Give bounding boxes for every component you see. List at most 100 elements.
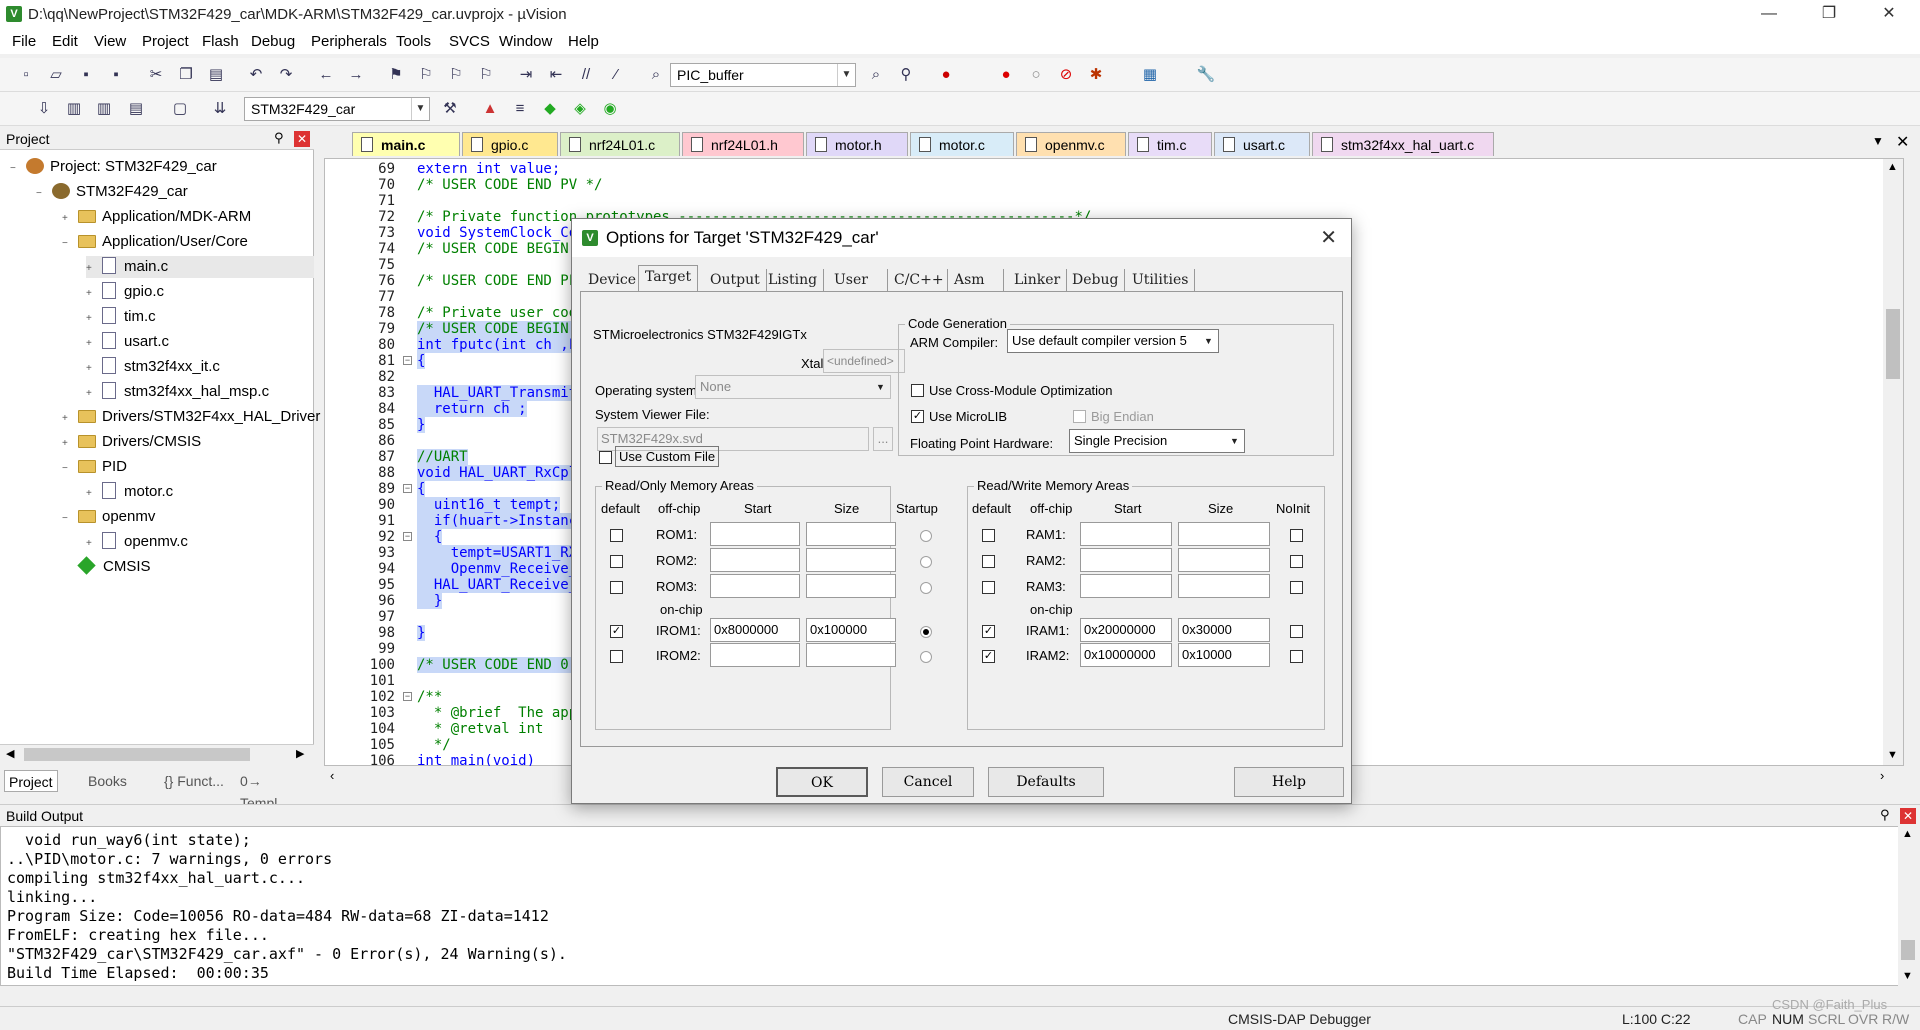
- editor-vertical-scrollbar[interactable]: ▲ ▼: [1883, 159, 1903, 765]
- configure-icon[interactable]: 🔧: [1196, 65, 1216, 85]
- memory-startup-radio[interactable]: [920, 626, 932, 638]
- cross-module-opt-checkbox[interactable]: [911, 384, 924, 397]
- tree-item-target[interactable]: − STM32F429_car: [36, 181, 188, 203]
- memory-startup-radio[interactable]: [920, 651, 932, 663]
- tab-debug[interactable]: Debug: [1066, 269, 1126, 291]
- memory-noinit-checkbox[interactable]: [1290, 650, 1303, 663]
- expand-icon[interactable]: +: [86, 308, 96, 330]
- menu-svcs[interactable]: SVCS: [449, 33, 490, 50]
- menu-help[interactable]: Help: [568, 33, 599, 50]
- tab-device[interactable]: Device: [582, 269, 644, 291]
- menu-project[interactable]: Project: [142, 33, 189, 50]
- expand-icon[interactable]: +: [86, 383, 96, 405]
- defaults-button[interactable]: Defaults: [988, 767, 1104, 797]
- tree-item-file[interactable]: + gpio.c: [86, 281, 164, 303]
- batch-build-icon[interactable]: ▤: [126, 99, 146, 119]
- clear-bookmarks-icon[interactable]: ⚐: [476, 65, 496, 85]
- arm-compiler-select[interactable]: Use default compiler version 5 ▼: [1007, 329, 1219, 353]
- tab-list-icon[interactable]: ▼: [1872, 134, 1884, 148]
- collapse-icon[interactable]: −: [36, 183, 46, 205]
- memory-startup-radio[interactable]: [920, 582, 932, 594]
- memory-default-checkbox[interactable]: ✓: [982, 650, 995, 663]
- window-layout-icon[interactable]: ▦: [1140, 65, 1160, 85]
- memory-startup-radio[interactable]: [920, 530, 932, 542]
- chevron-down-icon[interactable]: ▼: [837, 64, 855, 86]
- tree-item-group[interactable]: − openmv: [62, 506, 155, 528]
- memory-default-checkbox[interactable]: [982, 581, 995, 594]
- nav-forward-icon[interactable]: →: [346, 65, 366, 85]
- tab-project[interactable]: Project: [4, 770, 58, 792]
- use-microlib-checkbox[interactable]: ✓: [911, 410, 924, 423]
- disable-all-breakpoints-icon[interactable]: ⊘: [1056, 65, 1076, 85]
- scroll-thumb[interactable]: [1901, 940, 1915, 960]
- memory-size-field[interactable]: 0x100000: [806, 618, 896, 642]
- tree-item-group[interactable]: + Drivers/STM32F4xx_HAL_Driver: [62, 406, 320, 428]
- memory-start-field[interactable]: [710, 643, 800, 667]
- rebuild-icon[interactable]: ▥: [94, 99, 114, 119]
- translate-icon[interactable]: ⇩: [34, 99, 54, 119]
- tree-item-group[interactable]: − Application/User/Core: [62, 231, 248, 253]
- memory-size-field[interactable]: [1178, 548, 1270, 572]
- chevron-down-icon[interactable]: ▼: [411, 98, 429, 120]
- close-tab-icon[interactable]: ✕: [1896, 132, 1909, 152]
- chevron-down-icon[interactable]: ▼: [872, 377, 889, 397]
- menu-edit[interactable]: Edit: [52, 33, 78, 50]
- close-panel-icon[interactable]: ✕: [294, 131, 310, 147]
- open-file-icon[interactable]: ▱: [46, 65, 66, 85]
- tab-nrf24l01-c[interactable]: nrf24L01.c: [560, 132, 680, 156]
- manage-rte-icon[interactable]: ◆: [540, 99, 560, 119]
- find-in-files-icon[interactable]: ⌕: [646, 65, 666, 85]
- breakpoint-icon[interactable]: ●: [996, 65, 1016, 85]
- scroll-left-icon[interactable]: ◀: [6, 747, 14, 760]
- tab-utilities[interactable]: Utilities: [1126, 269, 1196, 291]
- manage-project-items-icon[interactable]: ▲: [480, 99, 500, 119]
- tab-linker[interactable]: Linker: [1008, 269, 1068, 291]
- tab-motor-c[interactable]: motor.c: [910, 132, 1014, 156]
- memory-noinit-checkbox[interactable]: [1290, 529, 1303, 542]
- collapse-icon[interactable]: −: [62, 458, 72, 480]
- chevron-down-icon[interactable]: ▼: [1226, 431, 1243, 451]
- tree-item-file[interactable]: + openmv.c: [86, 531, 188, 553]
- tree-item-group[interactable]: + Application/MDK-ARM: [62, 206, 251, 228]
- expand-icon[interactable]: +: [62, 433, 72, 455]
- nav-back-icon[interactable]: ←: [316, 65, 336, 85]
- tab-books[interactable]: Books: [84, 770, 131, 792]
- tree-item-project-root[interactable]: − Project: STM32F429_car: [10, 156, 217, 178]
- project-horizontal-scrollbar[interactable]: ◀ ▶: [0, 744, 314, 764]
- expand-icon[interactable]: +: [86, 358, 96, 380]
- menu-tools[interactable]: Tools: [396, 33, 431, 50]
- memory-start-field[interactable]: 0x20000000: [1080, 618, 1172, 642]
- collapse-icon[interactable]: −: [62, 233, 72, 255]
- expand-icon[interactable]: +: [86, 533, 96, 555]
- fpu-select[interactable]: Single Precision ▼: [1069, 429, 1245, 453]
- memory-default-checkbox[interactable]: [610, 581, 623, 594]
- dialog-close-icon[interactable]: ✕: [1320, 225, 1337, 250]
- next-bookmark-icon[interactable]: ⚐: [446, 65, 466, 85]
- fold-toggle-icon[interactable]: −: [403, 692, 412, 701]
- stop-build-icon[interactable]: ▢: [170, 99, 190, 119]
- target-combo[interactable]: STM32F429_car ▼: [244, 97, 430, 121]
- tab-motor-h[interactable]: motor.h: [806, 132, 908, 156]
- fold-toggle-icon[interactable]: −: [403, 484, 412, 493]
- memory-startup-radio[interactable]: [920, 556, 932, 568]
- copy-icon[interactable]: ❐: [176, 65, 196, 85]
- memory-noinit-checkbox[interactable]: [1290, 555, 1303, 568]
- incremental-find-icon[interactable]: ⚲: [896, 65, 916, 85]
- expand-icon[interactable]: +: [86, 258, 96, 280]
- fold-toggle-icon[interactable]: −: [403, 356, 412, 365]
- memory-default-checkbox[interactable]: [610, 650, 623, 663]
- build-icon[interactable]: ▥: [64, 99, 84, 119]
- minimize-button[interactable]: —: [1746, 0, 1792, 30]
- memory-start-field[interactable]: [710, 574, 800, 598]
- memory-start-field[interactable]: 0x10000000: [1080, 643, 1172, 667]
- tree-item-file[interactable]: + stm32f4xx_it.c: [86, 356, 220, 378]
- unindent-icon[interactable]: ⇤: [546, 65, 566, 85]
- tree-item-file[interactable]: + usart.c: [86, 331, 169, 353]
- memory-default-checkbox[interactable]: [610, 529, 623, 542]
- memory-default-checkbox[interactable]: ✓: [982, 625, 995, 638]
- memory-noinit-checkbox[interactable]: [1290, 581, 1303, 594]
- scroll-right-icon[interactable]: ▶: [296, 747, 304, 760]
- memory-size-field[interactable]: [806, 574, 896, 598]
- tree-item-file[interactable]: + motor.c: [86, 481, 173, 503]
- pin-icon[interactable]: ⚲: [274, 130, 284, 146]
